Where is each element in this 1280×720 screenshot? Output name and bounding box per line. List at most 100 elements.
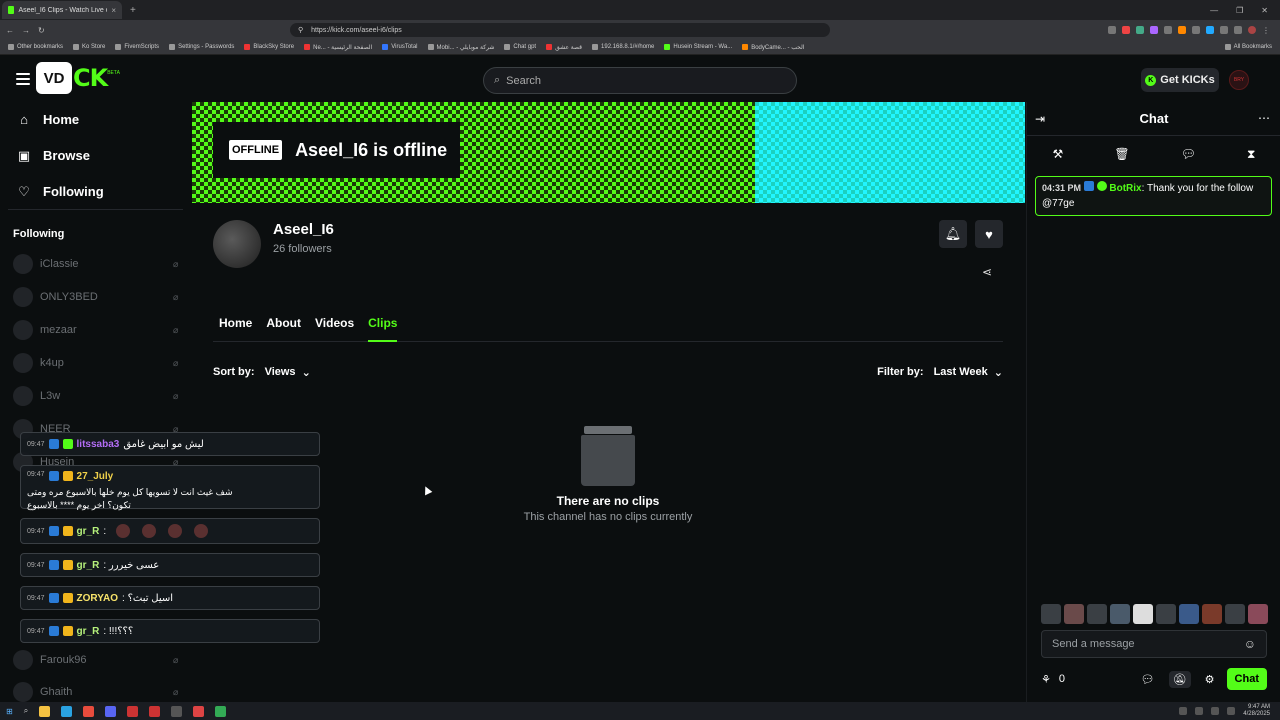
app-icon[interactable] <box>171 705 183 717</box>
chat-options-icon[interactable]: ⋯ <box>1258 111 1270 125</box>
close-window-icon[interactable]: ✕ <box>1261 6 1268 15</box>
share-icon[interactable]: ⋖ <box>982 265 992 279</box>
sidebar-item-following[interactable]: ♡ Following <box>17 184 103 200</box>
sort-dropdown[interactable]: Views ⌄ <box>265 366 311 379</box>
extension-icon[interactable] <box>1122 26 1130 34</box>
avatar[interactable] <box>1041 604 1061 624</box>
sidebar-channel[interactable]: mezaar ⌀ <box>13 320 183 340</box>
tray-icon[interactable] <box>1179 707 1188 715</box>
forward-icon[interactable]: → <box>22 26 30 35</box>
chrome-icon[interactable] <box>83 705 95 717</box>
kick-logo[interactable]: VD CK BETA <box>36 62 120 94</box>
minimize-icon[interactable]: — <box>1210 6 1218 15</box>
tab-home[interactable]: Home <box>219 316 252 342</box>
avatar[interactable] <box>1202 604 1222 624</box>
hammer-icon[interactable]: ⚒ <box>1053 147 1064 161</box>
avatar[interactable] <box>1110 604 1130 624</box>
extension-icon[interactable] <box>1192 26 1200 34</box>
send-chat-button[interactable]: Chat <box>1226 668 1267 690</box>
trash-icon[interactable]: 🗑︎ <box>1114 147 1129 161</box>
follow-button[interactable]: ♥ <box>975 220 1003 248</box>
speech-bubble-icon[interactable]: 💬︎ <box>1181 147 1196 161</box>
get-kicks-button[interactable]: K Get KICKs <box>1141 68 1219 92</box>
app-icon[interactable] <box>149 705 161 717</box>
tab-videos[interactable]: Videos <box>315 316 354 342</box>
notification-bell-button[interactable]: 🔔︎ <box>939 220 967 248</box>
profile-icon[interactable] <box>1248 26 1256 34</box>
bookmark-item[interactable]: Other bookmarks <box>8 44 63 50</box>
bookmark-item[interactable]: 192.168.8.1/#/home <box>592 44 654 50</box>
start-icon[interactable]: ⊞ <box>6 707 13 716</box>
app-icon[interactable] <box>215 705 227 717</box>
browser-tab[interactable]: Aseel_I6 Clips - Watch Live on Kick × <box>2 1 122 19</box>
bookmark-item[interactable]: Chat gpt <box>504 44 536 50</box>
tray-icon[interactable] <box>1211 707 1220 715</box>
reload-icon[interactable]: ↻ <box>38 26 45 35</box>
extension-icon[interactable] <box>1206 26 1214 34</box>
sidebar-item-home[interactable]: ⌂ Home <box>17 112 79 127</box>
app-icon[interactable] <box>127 705 139 717</box>
avatar[interactable] <box>1133 604 1153 624</box>
address-bar[interactable]: ⚲ https://kick.com/aseel-i6/clips <box>290 23 830 37</box>
extension-icon[interactable] <box>1150 26 1158 34</box>
sidebar-channel[interactable]: k4up ⌀ <box>13 353 183 373</box>
tray-icon[interactable] <box>1195 707 1204 715</box>
discord-icon[interactable] <box>105 705 117 717</box>
channel-avatar[interactable] <box>213 220 261 268</box>
search-input[interactable]: ⌕ Search <box>483 67 797 94</box>
avatar[interactable] <box>1087 604 1107 624</box>
kicks-balance-icon[interactable]: ⚘ <box>1041 673 1051 686</box>
bookmark-item[interactable]: BodyCame... - الحب <box>742 44 804 51</box>
new-tab-button[interactable]: + <box>130 5 136 16</box>
avatar[interactable] <box>1064 604 1084 624</box>
tab-clips[interactable]: Clips <box>368 316 398 342</box>
bookmark-item[interactable]: BlackSky Store <box>244 44 294 50</box>
sidebar-channel[interactable]: ONLY3BED ⌀ <box>13 287 183 307</box>
file-explorer-icon[interactable] <box>39 705 51 717</box>
search-icon[interactable]: ⌕ <box>24 706 28 716</box>
chat-bubble-icon[interactable]: 💬︎ <box>1141 673 1155 686</box>
system-clock[interactable]: 9:47 AM 4/28/2025 <box>1243 704 1270 718</box>
all-bookmarks[interactable]: All Bookmarks <box>1224 44 1272 50</box>
extension-icon[interactable] <box>1108 26 1116 34</box>
tray-icon[interactable] <box>1227 707 1236 715</box>
sidebar-item-browse[interactable]: ▣ Browse <box>17 148 90 164</box>
bookmark-item[interactable]: FivemScripts <box>115 44 159 50</box>
collapse-chat-icon[interactable]: ⇥ <box>1035 112 1045 126</box>
mute-icon[interactable]: 🔕︎ <box>1168 670 1191 688</box>
avatar[interactable] <box>1156 604 1176 624</box>
sidebar-channel[interactable]: iClassie ⌀ <box>13 254 183 274</box>
hourglass-icon[interactable]: ⧗ <box>1247 147 1255 162</box>
bookmark-item[interactable]: VirusTotal <box>382 44 418 50</box>
extension-icon[interactable] <box>1220 26 1228 34</box>
avatar[interactable] <box>1225 604 1245 624</box>
bookmark-item[interactable]: Mobi... - شركة موبايلي <box>427 44 494 51</box>
avatar[interactable] <box>1248 604 1268 624</box>
sidebar-channel[interactable]: Ghaith ⌀ <box>13 682 183 702</box>
telegram-icon[interactable] <box>61 705 73 717</box>
extension-icon[interactable] <box>1178 26 1186 34</box>
extension-icon[interactable] <box>1234 26 1242 34</box>
chat-message-input[interactable]: Send a message ☺ <box>1041 630 1267 658</box>
back-icon[interactable]: ← <box>6 26 14 35</box>
app-icon[interactable] <box>193 705 205 717</box>
bookmark-item[interactable]: قصة عشق <box>546 44 582 51</box>
user-avatar[interactable]: BRY <box>1229 70 1249 90</box>
avatar[interactable] <box>1179 604 1199 624</box>
bookmark-item[interactable]: Ne... - الصفحة الرئيسية <box>304 44 372 51</box>
restore-icon[interactable]: ❐ <box>1236 6 1243 15</box>
menu-icon[interactable] <box>16 73 30 85</box>
sidebar-channel[interactable]: L3w ⌀ <box>13 386 183 406</box>
extension-icon[interactable] <box>1136 26 1144 34</box>
bookmark-item[interactable]: Ko Store <box>73 44 105 50</box>
bookmark-item[interactable]: Settings - Passwords <box>169 44 234 50</box>
bookmark-item[interactable]: Husein Stream - Wa... <box>664 44 732 50</box>
extension-icon[interactable] <box>1164 26 1172 34</box>
site-info-icon[interactable]: ⚲ <box>298 26 303 34</box>
sidebar-channel[interactable]: Farouk96 ⌀ <box>13 650 183 670</box>
settings-gear-icon[interactable]: ⚙ <box>1205 673 1215 686</box>
tab-about[interactable]: About <box>266 316 301 342</box>
emoji-icon[interactable]: ☺ <box>1244 637 1256 651</box>
close-tab-icon[interactable]: × <box>111 6 116 15</box>
browser-menu-icon[interactable]: ⋮ <box>1262 26 1270 35</box>
